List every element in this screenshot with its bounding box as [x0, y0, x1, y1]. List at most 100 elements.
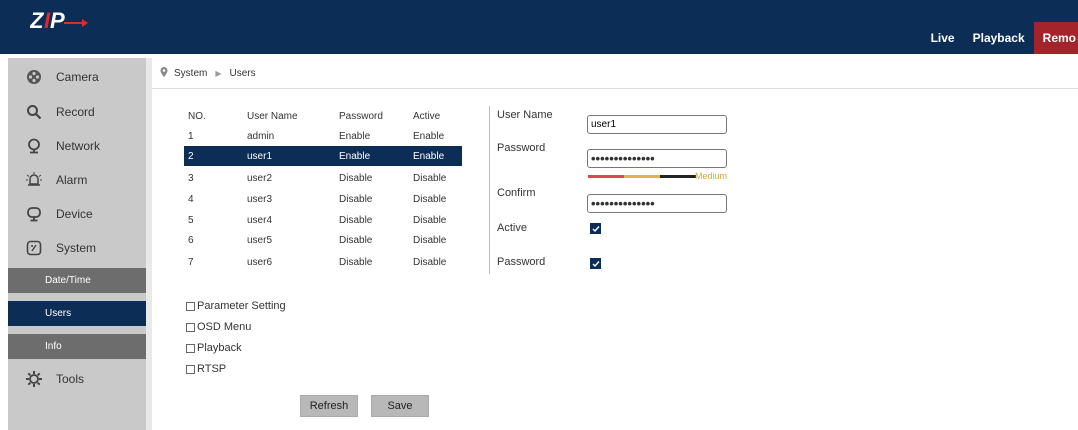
table-row[interactable]: 3 user2 Disable Disable [184, 168, 462, 188]
cell-username: admin [247, 130, 275, 142]
cell-no: 6 [188, 234, 194, 246]
cell-username: user3 [247, 193, 273, 205]
cell-no: 7 [188, 256, 194, 268]
nav-remote[interactable]: Remo [1033, 22, 1078, 54]
svg-text:Z: Z [30, 8, 45, 33]
breadcrumb: System ▶ Users [152, 58, 1078, 89]
checkbox[interactable] [186, 322, 195, 332]
cell-username: user1 [247, 150, 273, 162]
alarm-icon [24, 170, 44, 190]
password-field[interactable]: •••••••••••••• [587, 149, 727, 168]
search-icon [24, 102, 44, 122]
sidebar-subitem-info[interactable]: Info [8, 334, 146, 359]
table-row[interactable]: 7 user6 Disable Disable [184, 252, 462, 272]
col-header-password: Password [339, 110, 383, 122]
checkmark-icon [592, 225, 600, 232]
password-strength-bar [588, 175, 696, 178]
table-row[interactable]: 6 user5 Disable Disable [184, 230, 462, 250]
cell-username: user2 [247, 172, 273, 184]
username-label: User Name [497, 109, 553, 121]
cell-password: Disable [339, 234, 373, 246]
permission-rtsp[interactable]: RTSP [186, 363, 226, 375]
cell-username: user4 [247, 214, 273, 226]
permission-label: OSD Menu [197, 321, 252, 333]
password-strength-label: Medium [695, 171, 728, 181]
cell-username: user6 [247, 256, 273, 268]
zip-logo: Z I P [29, 6, 90, 36]
sidebar-item-device[interactable]: Device [8, 197, 146, 230]
table-row[interactable]: 1 admin Enable Enable [184, 126, 462, 146]
sidebar-item-network[interactable]: Network [8, 129, 146, 162]
sidebar-item-label: Camera [56, 69, 99, 84]
sidebar-item-system[interactable]: System [8, 231, 146, 264]
checkbox[interactable] [186, 343, 195, 353]
cell-no: 5 [188, 214, 194, 226]
active-label: Active [497, 222, 527, 234]
table-row-selected[interactable]: 2 user1 Enable Enable [184, 146, 462, 166]
sidebar-item-label: Tools [56, 371, 85, 386]
cell-active: Disable [413, 256, 447, 268]
checkbox[interactable] [186, 364, 195, 374]
sidebar-subitem-datetime[interactable]: Date/Time [8, 268, 146, 293]
chevron-right-icon: ▶ [215, 68, 222, 78]
cell-password: Disable [339, 193, 373, 205]
breadcrumb-current: Users [229, 67, 256, 79]
password-enable-checkbox[interactable] [590, 258, 601, 269]
gear-icon [24, 369, 44, 389]
cell-username: user5 [247, 234, 273, 246]
col-header-no: NO. [188, 110, 206, 122]
checkbox[interactable] [186, 301, 195, 311]
sidebar-item-label: Device [56, 206, 93, 221]
sidebar-item-label: Alarm [56, 172, 88, 187]
confirm-label: Confirm [497, 187, 536, 199]
sidebar-item-label: System [56, 240, 97, 255]
sidebar-subitem-users[interactable]: Users [8, 301, 146, 326]
cell-password: Enable [339, 130, 371, 142]
cell-no: 1 [188, 130, 194, 142]
cell-active: Disable [413, 193, 447, 205]
confirm-password-field[interactable]: •••••••••••••• [587, 194, 727, 213]
permission-osd-menu[interactable]: OSD Menu [186, 321, 251, 333]
cell-active: Enable [413, 150, 445, 162]
checkmark-icon [592, 260, 600, 267]
sidebar: Camera Record Network Alarm Device Syste… [8, 58, 146, 430]
cell-active: Disable [413, 172, 447, 184]
sidebar-item-camera[interactable]: Camera [8, 60, 146, 93]
username-field[interactable] [587, 115, 727, 134]
refresh-button[interactable]: Refresh [300, 395, 358, 417]
cell-no: 3 [188, 172, 194, 184]
cell-no: 4 [188, 193, 194, 205]
cell-password: Disable [339, 256, 373, 268]
sidebar-item-alarm[interactable]: Alarm [8, 163, 146, 196]
permission-playback[interactable]: Playback [186, 342, 242, 354]
col-header-active: Active [413, 110, 441, 122]
main-panel: System ▶ Users NO. User Name Password Ac… [152, 58, 1078, 430]
device-icon [24, 204, 44, 224]
cell-active: Disable [413, 234, 447, 246]
table-row[interactable]: 5 user4 Disable Disable [184, 210, 462, 230]
col-header-username: User Name [247, 110, 298, 122]
nav-live[interactable]: Live [922, 22, 964, 54]
password-label: Password [497, 142, 546, 154]
svg-text:P: P [50, 8, 65, 33]
cell-password: Disable [339, 214, 373, 226]
breadcrumb-root[interactable]: System [174, 68, 207, 79]
active-checkbox[interactable] [590, 223, 601, 234]
table-row[interactable]: 4 user3 Disable Disable [184, 189, 462, 209]
cell-active: Disable [413, 214, 447, 226]
cell-password: Disable [339, 172, 373, 184]
permission-label: Playback [197, 342, 242, 354]
password-enable-label: Password [497, 256, 546, 268]
sidebar-item-tools[interactable]: Tools [8, 362, 146, 395]
table-header: NO. User Name Password Active [184, 106, 462, 126]
nav-playback[interactable]: Playback [964, 22, 1034, 54]
permission-parameter-setting[interactable]: Parameter Setting [186, 300, 286, 312]
network-icon [24, 136, 44, 156]
cell-password: Enable [339, 150, 371, 162]
sidebar-item-record[interactable]: Record [8, 95, 146, 128]
system-icon [24, 238, 44, 258]
permission-label: Parameter Setting [197, 300, 286, 312]
divider [489, 106, 490, 274]
sidebar-item-label: Network [56, 138, 101, 153]
save-button[interactable]: Save [371, 395, 429, 417]
